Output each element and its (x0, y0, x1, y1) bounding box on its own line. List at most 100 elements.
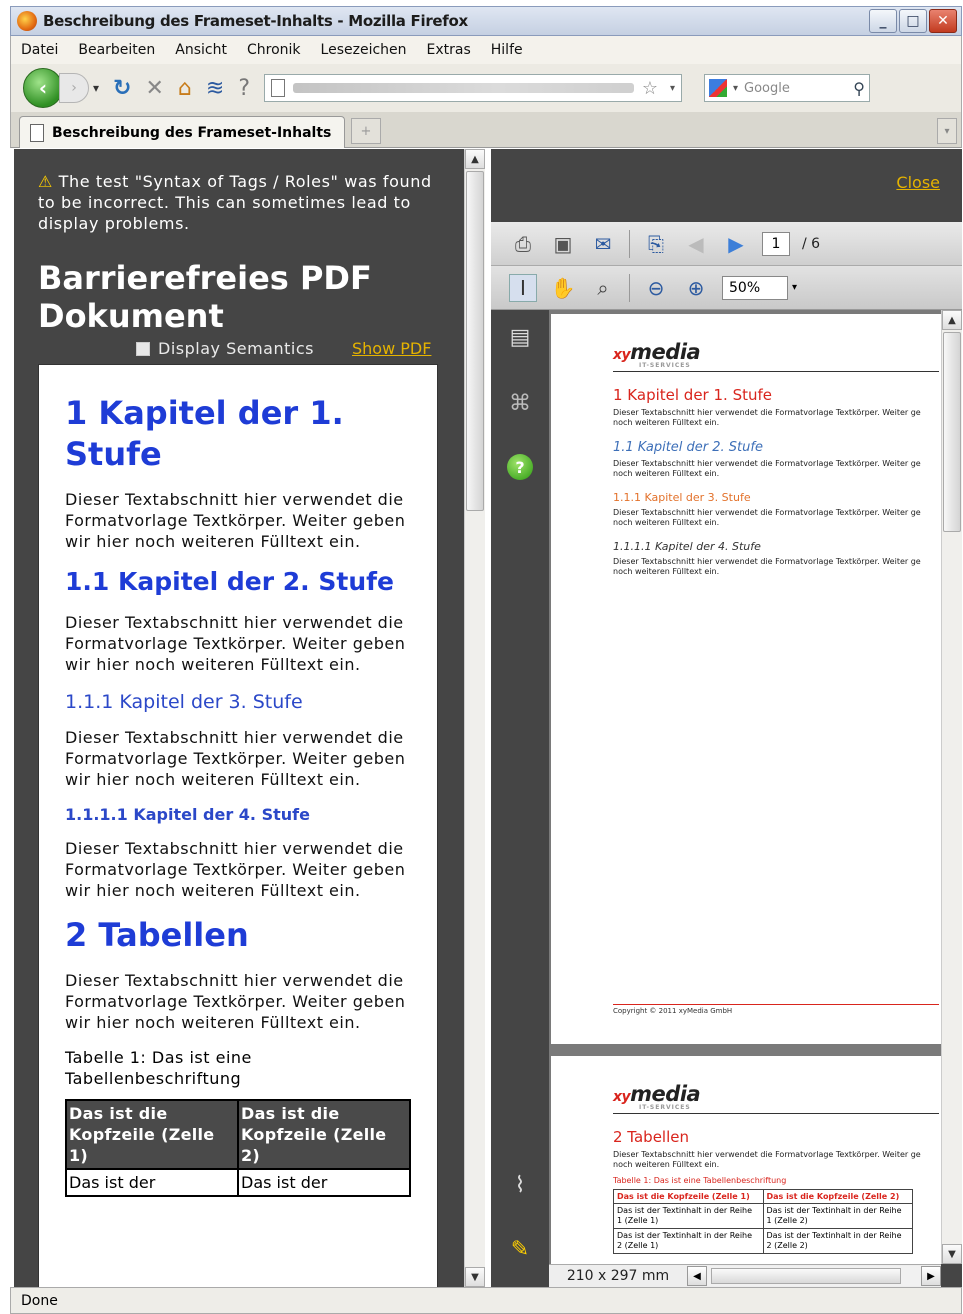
scroll-up-arrow-icon[interactable]: ▲ (942, 310, 962, 330)
minimize-button[interactable]: _ (869, 9, 897, 33)
pdf-vertical-scrollbar[interactable]: ▲ ▼ (941, 310, 962, 1264)
display-semantics-checkbox[interactable] (136, 341, 150, 356)
new-tab-button[interactable]: + (351, 118, 381, 144)
menu-ansicht[interactable]: Ansicht (175, 42, 227, 58)
search-icon[interactable]: ⚲ (853, 79, 865, 98)
paragraph: Dieser Textabschnitt hier verwendet die … (65, 728, 406, 789)
pdf-heading-3: 1.1.1 Kapitel der 3. Stufe (613, 491, 751, 504)
comments-icon[interactable]: ✎ (505, 1234, 535, 1264)
close-window-button[interactable]: ✕ (929, 9, 957, 33)
firefox-logo-icon (17, 11, 37, 31)
home-icon[interactable]: ⌂ (178, 76, 192, 101)
forward-arrow-icon[interactable]: › (59, 73, 89, 103)
zoom-in-icon[interactable]: ⊕ (682, 274, 710, 302)
window-controls: _ □ ✕ (869, 9, 957, 33)
history-dropdown-icon[interactable]: ▾ (93, 81, 99, 95)
tab-label: Beschreibung des Frameset-Inhalts (52, 124, 332, 141)
previous-page-icon[interactable]: ◀ (682, 230, 710, 258)
menu-lesezeichen[interactable]: Lesezeichen (321, 42, 407, 58)
next-page-icon[interactable]: ▶ (722, 230, 750, 258)
zoom-dropdown-icon[interactable]: ▾ (792, 282, 797, 293)
print-icon[interactable]: ⎙ (509, 230, 537, 258)
search-input[interactable]: ▾ Google ⚲ (704, 74, 870, 102)
search-binoculars-icon[interactable]: ⌘ (505, 388, 535, 418)
scroll-down-arrow-icon[interactable]: ▼ (465, 1267, 485, 1287)
rss-icon[interactable]: ≋ (206, 76, 224, 101)
engine-dropdown-icon[interactable]: ▾ (733, 83, 738, 94)
paragraph: Dieser Textabschnitt hier verwendet die … (65, 490, 406, 551)
scroll-up-arrow-icon[interactable]: ▲ (465, 149, 485, 169)
share-icon[interactable]: ⎘ (642, 230, 670, 258)
tab-frameset[interactable]: Beschreibung des Frameset-Inhalts (19, 116, 345, 148)
marquee-zoom-icon[interactable]: ⌕ (589, 274, 617, 302)
scrollbar-thumb[interactable] (943, 332, 961, 532)
table-cell: Das ist der (65, 1168, 239, 1197)
select-text-icon[interactable]: I (509, 273, 537, 302)
save-icon[interactable]: ▣ (549, 230, 577, 258)
table-header-row: Das ist die Kopfzeile (Zelle 1) Das ist … (65, 1099, 411, 1170)
display-semantics-label: Display Semantics (158, 339, 314, 358)
url-dropdown-icon[interactable]: ▾ (670, 83, 675, 94)
display-semantics-toggle[interactable]: Display Semantics (136, 339, 314, 358)
scroll-left-arrow-icon[interactable]: ◀ (687, 1266, 707, 1286)
left-frame: ⚠ The test "Syntax of Tags / Roles" was … (14, 149, 464, 1287)
search-placeholder: Google (744, 80, 790, 96)
menu-extras[interactable]: Extras (427, 42, 471, 58)
tab-list-button[interactable]: ▾ (937, 118, 957, 144)
menu-datei[interactable]: Datei (21, 42, 58, 58)
scrollbar-thumb[interactable] (466, 171, 484, 511)
url-bar[interactable]: ☆ ▾ (264, 74, 682, 102)
pdf-footer: Copyright © 2011 xyMedia GmbH (613, 1004, 939, 1015)
page-content: ⚠ The test "Syntax of Tags / Roles" was … (14, 149, 962, 1287)
reload-icon[interactable]: ↻ (113, 76, 131, 101)
back-arrow-icon[interactable]: ‹ (23, 68, 63, 108)
close-link[interactable]: Close (896, 173, 940, 192)
google-engine-icon[interactable] (709, 79, 727, 97)
menu-bearbeiten[interactable]: Bearbeiten (78, 42, 155, 58)
pdf-table-cell: Das ist der Textinhalt in der Reihe 1 (Z… (762, 1203, 913, 1229)
logo-prefix: xy (613, 347, 631, 363)
table-row: Das ist der Das ist der (65, 1168, 411, 1197)
warning-icon: ⚠ (38, 172, 53, 191)
left-frame-scrollbar[interactable]: ▲ ▼ (464, 149, 485, 1287)
page-number-input[interactable]: 1 (762, 231, 790, 256)
menu-bar: Datei Bearbeiten Ansicht Chronik Lesezei… (10, 36, 962, 64)
pdf-paragraph: Dieser Textabschnitt hier verwendet die … (613, 1150, 941, 1170)
scrollbar-thumb[interactable] (711, 1268, 901, 1284)
xymedia-logo: xymedia IT-SERVICES (613, 1082, 939, 1114)
bookmark-star-icon[interactable]: ☆ (642, 78, 658, 99)
heading-1: 2 Tabellen (65, 916, 249, 954)
maximize-button[interactable]: □ (899, 9, 927, 33)
pdf-table-caption: Tabelle 1: Das ist eine Tabellenbeschrif… (613, 1176, 787, 1185)
menu-chronik[interactable]: Chronik (247, 42, 301, 58)
pdf-document-area[interactable]: xymedia IT-SERVICES 1 Kapitel der 1. Stu… (549, 310, 941, 1271)
scroll-down-arrow-icon[interactable]: ▼ (942, 1244, 962, 1264)
navigation-toolbar: ‹ › ▾ ↻ ✕ ⌂ ≋ ? ☆ ▾ ▾ Google ⚲ (10, 64, 962, 112)
pdf-side-panel: ▤ ⌘ ? ⌇ ✎ (491, 310, 549, 1271)
menu-hilfe[interactable]: Hilfe (491, 42, 523, 58)
toolbar-divider (629, 273, 630, 302)
zoom-out-icon[interactable]: ⊖ (642, 274, 670, 302)
document-title: Barrierefreies PDF Dokument (38, 259, 372, 335)
zoom-level-select[interactable]: 50% (722, 275, 788, 300)
pdf-table: Das ist die Kopfzeile (Zelle 1) Das ist … (613, 1189, 913, 1254)
table-header-cell: Das ist die Kopfzeile (Zelle 2) (237, 1099, 411, 1170)
logo-prefix: xy (613, 1089, 631, 1105)
pdf-table-header-row: Das ist die Kopfzeile (Zelle 1) Das ist … (613, 1189, 913, 1204)
email-icon[interactable]: ✉ (589, 230, 617, 258)
stop-icon[interactable]: ✕ (145, 76, 163, 101)
hand-tool-icon[interactable]: ✋ (549, 274, 577, 302)
pages-panel-icon[interactable]: ▤ (505, 322, 535, 352)
pdf-text-line: noch weiteren Fülltext ein. (613, 518, 720, 527)
attachment-paperclip-icon[interactable]: ⌇ (505, 1170, 535, 1200)
scroll-right-arrow-icon[interactable]: ▶ (921, 1266, 941, 1286)
xymedia-logo: xymedia IT-SERVICES (613, 340, 939, 372)
horizontal-scroll-track[interactable] (707, 1266, 921, 1286)
pdf-help-icon[interactable]: ? (507, 454, 533, 480)
window-title: Beschreibung des Frameset-Inhalts - Mozi… (43, 12, 468, 30)
help-icon[interactable]: ? (238, 76, 250, 101)
show-pdf-link[interactable]: Show PDF (352, 339, 431, 358)
pdf-heading-2: 1.1 Kapitel der 2. Stufe (613, 440, 763, 455)
pdf-text-line: Dieser Textabschnitt hier verwendet die … (613, 508, 921, 517)
semantic-document-view: 1 Kapitel der 1. Stufe Dieser Textabschn… (38, 364, 438, 1287)
